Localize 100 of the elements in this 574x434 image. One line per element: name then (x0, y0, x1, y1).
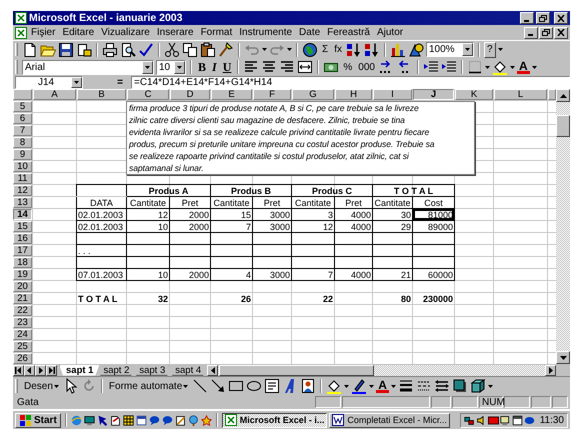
row-header[interactable]: 16 (13, 233, 32, 244)
caret-icon[interactable] (145, 66, 150, 68)
close-button[interactable] (554, 12, 568, 24)
chat-bubble-icon[interactable] (162, 414, 173, 426)
start-button[interactable]: Start (15, 412, 61, 428)
column-header[interactable]: L (494, 89, 547, 100)
notepad-icon[interactable] (174, 414, 186, 426)
last-sheet-button[interactable] (46, 364, 57, 376)
globe-icon[interactable] (302, 42, 318, 58)
printer-icon[interactable] (102, 42, 118, 58)
menu-item[interactable]: Format (198, 27, 236, 38)
minimize-button[interactable] (520, 12, 534, 24)
previous-sheet-button[interactable] (24, 364, 35, 376)
row-header[interactable]: 20 (13, 281, 32, 292)
merge-center-icon[interactable] (297, 59, 314, 75)
excel-icon[interactable] (15, 12, 27, 24)
grid-icon[interactable] (122, 414, 134, 426)
caret-icon[interactable] (177, 66, 182, 68)
row-header[interactable]: 12 (13, 185, 32, 196)
arrow-style-icon[interactable] (434, 378, 450, 394)
scroll-thumb[interactable] (556, 115, 570, 137)
column-header[interactable] (548, 89, 556, 100)
menu-item[interactable]: Ajutor (374, 27, 406, 38)
menu-item[interactable]: Editare (59, 27, 98, 38)
caret-icon[interactable] (344, 384, 350, 388)
sort-descending-icon[interactable] (364, 42, 380, 58)
oval-icon[interactable] (246, 378, 262, 394)
row-header[interactable]: 18 (13, 257, 32, 268)
line-icon[interactable] (192, 378, 208, 394)
network-icon[interactable] (464, 414, 475, 426)
minimize-button[interactable] (524, 26, 538, 38)
workbook-icon[interactable] (15, 26, 27, 38)
globe-icon[interactable] (188, 414, 199, 426)
row-header[interactable]: 8 (13, 137, 32, 148)
check-mark-icon[interactable] (138, 42, 154, 58)
caret-icon[interactable] (498, 48, 503, 51)
column-header[interactable]: E (211, 89, 252, 100)
new-file-icon[interactable] (22, 42, 38, 58)
scroll-left-button[interactable] (207, 364, 218, 376)
rectangle-icon[interactable] (228, 378, 244, 394)
copy-icon[interactable] (182, 42, 198, 58)
caret-icon[interactable] (484, 66, 490, 68)
row-header[interactable]: 7 (13, 125, 32, 136)
caret-icon[interactable] (464, 48, 470, 51)
row-header[interactable]: 22 (13, 305, 32, 316)
help-button[interactable]: ? (484, 42, 496, 58)
arrow-icon[interactable] (210, 378, 226, 394)
bar-chart-icon[interactable] (390, 42, 406, 58)
menu-item[interactable]: Vizualizare (98, 27, 153, 38)
name-box[interactable]: J14 (15, 76, 83, 89)
scroll-right-button[interactable] (545, 364, 556, 376)
row-header[interactable]: 5 (13, 101, 32, 112)
row-header[interactable]: 19 (13, 269, 32, 280)
select-all-button[interactable] (13, 89, 32, 100)
menu-item[interactable]: Fişier (28, 27, 58, 38)
column-header[interactable]: K (455, 89, 493, 100)
monitor-icon[interactable] (84, 414, 95, 426)
caret-icon[interactable] (390, 384, 396, 388)
row-header[interactable]: 13 (13, 197, 32, 208)
borders-icon[interactable] (466, 59, 483, 75)
row-header[interactable]: 6 (13, 113, 32, 124)
first-sheet-button[interactable] (13, 364, 24, 376)
next-sheet-button[interactable] (35, 364, 46, 376)
column-header[interactable]: G (292, 89, 334, 100)
menu-item[interactable]: Instrumente (236, 27, 296, 38)
scroll-down-button[interactable] (556, 351, 570, 364)
paint-bucket-icon[interactable] (492, 59, 508, 75)
row-header[interactable]: 14 (13, 209, 32, 220)
clip-art-icon[interactable] (300, 378, 316, 394)
column-header[interactable]: J (413, 89, 454, 100)
star-icon[interactable] (200, 414, 212, 426)
row-header[interactable]: 23 (13, 317, 32, 328)
column-header[interactable]: C (127, 89, 169, 100)
menu-item[interactable]: Date (296, 27, 324, 38)
sum-button[interactable]: Σ (320, 42, 330, 58)
italic-button[interactable]: I (210, 59, 219, 75)
caret-icon[interactable] (532, 66, 537, 68)
font-field[interactable]: Arial (22, 60, 154, 74)
print-preview-icon[interactable] (120, 42, 136, 58)
percent-button[interactable]: % (341, 59, 354, 75)
restore-button[interactable] (539, 26, 553, 38)
document-icon[interactable] (110, 414, 121, 426)
align-left-icon[interactable] (243, 59, 260, 75)
calendar-icon[interactable] (512, 414, 523, 426)
autoshapes-menu-button[interactable]: Forme automate (106, 378, 190, 394)
align-right-icon[interactable] (279, 59, 296, 75)
column-header[interactable]: H (335, 89, 372, 100)
row-header[interactable]: 21 (13, 293, 32, 304)
chat-bubble-icon[interactable] (524, 414, 535, 426)
sheet-tab[interactable]: sapt 1 (59, 364, 100, 376)
caret-icon[interactable] (287, 48, 292, 51)
monitor-icon[interactable] (500, 414, 511, 426)
sort-ascending-icon[interactable] (346, 42, 362, 58)
text-box-icon[interactable] (264, 378, 280, 394)
close-button[interactable] (554, 26, 568, 38)
document-icon[interactable] (76, 42, 92, 58)
taskbar-button[interactable]: Microsoft Excel - i... (222, 412, 328, 428)
caret-icon[interactable] (262, 48, 267, 51)
pen-icon[interactable] (351, 378, 368, 394)
caret-icon[interactable] (510, 66, 515, 68)
